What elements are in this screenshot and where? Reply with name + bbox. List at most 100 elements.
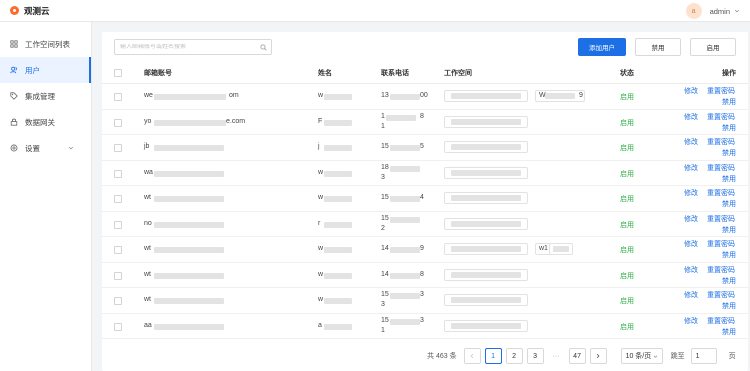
page-size-select[interactable]: 10 条/页 xyxy=(620,348,663,364)
phone-tail: 8 xyxy=(420,270,424,278)
workspace-tag[interactable] xyxy=(444,243,528,255)
edit-link[interactable]: 修改 xyxy=(684,290,698,300)
reset-password-link[interactable]: 重置密码 xyxy=(707,265,735,275)
sidebar-item-workspaces[interactable]: 工作空间列表 xyxy=(0,31,91,57)
row-checkbox[interactable] xyxy=(114,220,122,229)
disable-link[interactable]: 禁用 xyxy=(722,199,736,209)
workspace-tag[interactable] xyxy=(444,141,528,153)
redacted-name xyxy=(324,298,352,304)
chevron-right-icon xyxy=(596,353,600,359)
workspace-tag[interactable] xyxy=(444,192,528,204)
workspace-tag[interactable] xyxy=(444,115,528,128)
row-checkbox[interactable] xyxy=(114,246,122,254)
name-prefix: F xyxy=(318,117,323,125)
row-checkbox[interactable] xyxy=(114,271,122,280)
disable-link[interactable]: 禁用 xyxy=(722,123,736,133)
user-name[interactable]: admin xyxy=(710,7,730,16)
chevron-down-icon[interactable] xyxy=(68,145,74,151)
reset-password-link[interactable]: 重置密码 xyxy=(707,214,735,224)
table-row: jb j 15 5 启用 修改 重置密码 禁用 xyxy=(102,135,748,161)
disable-link[interactable]: 禁用 xyxy=(722,97,736,107)
edit-link[interactable]: 修改 xyxy=(684,239,698,249)
enable-button[interactable]: 启用 xyxy=(690,38,736,56)
redacted-email xyxy=(154,247,224,253)
reset-password-link[interactable]: 重置密码 xyxy=(707,316,735,326)
disable-link[interactable]: 禁用 xyxy=(722,225,736,235)
edit-link[interactable]: 修改 xyxy=(684,214,698,224)
disable-link[interactable]: 禁用 xyxy=(722,174,736,184)
edit-link[interactable]: 修改 xyxy=(684,188,698,198)
phone-prefix: 15 xyxy=(381,291,389,298)
page-button[interactable]: 1 xyxy=(484,348,502,364)
row-checkbox[interactable] xyxy=(114,195,122,203)
sidebar-item-data-gateway[interactable]: 数据网关 xyxy=(0,109,91,135)
next-page-button[interactable] xyxy=(589,348,607,364)
select-all-checkbox[interactable] xyxy=(114,69,122,77)
reset-password-link[interactable]: 重置密码 xyxy=(707,112,735,122)
workspace-tag[interactable] xyxy=(444,319,528,332)
row-checkbox[interactable] xyxy=(114,169,122,178)
disable-link[interactable]: 禁用 xyxy=(722,276,736,286)
row-checkbox[interactable] xyxy=(114,93,122,101)
reset-password-link[interactable]: 重置密码 xyxy=(707,239,735,249)
sidebar-item-users[interactable]: 用户 xyxy=(0,57,91,83)
reset-password-link[interactable]: 重置密码 xyxy=(707,290,735,300)
edit-link[interactable]: 修改 xyxy=(684,137,698,147)
goto-page-input[interactable]: 1 xyxy=(690,348,717,364)
search-input[interactable] xyxy=(115,44,255,50)
workspace-tag[interactable] xyxy=(444,217,528,230)
workspace-tag[interactable] xyxy=(444,268,528,281)
search-icon[interactable] xyxy=(260,44,267,51)
row-checkbox[interactable] xyxy=(114,118,122,127)
page-button[interactable]: 3 xyxy=(526,348,544,364)
edit-link[interactable]: 修改 xyxy=(684,163,698,173)
disable-button[interactable]: 禁用 xyxy=(635,38,681,56)
table-row: wt w 15 3 3 启用 修改 重置密码 禁用 xyxy=(102,288,748,314)
row-checkbox[interactable] xyxy=(114,322,122,331)
reset-password-link[interactable]: 重置密码 xyxy=(707,137,735,147)
total-count: 共 463 条 xyxy=(427,353,457,360)
user-menu[interactable]: a admin xyxy=(685,3,740,19)
disable-link[interactable]: 禁用 xyxy=(722,301,736,311)
redacted-workspace xyxy=(451,144,521,150)
avatar[interactable]: a xyxy=(685,3,702,19)
reset-password-link[interactable]: 重置密码 xyxy=(707,163,735,173)
pagination-ellipsis[interactable]: ··· xyxy=(548,353,565,360)
workspace-tag[interactable] xyxy=(549,243,573,255)
status-badge: 启用 xyxy=(620,247,634,254)
reset-password-link[interactable]: 重置密码 xyxy=(707,86,735,96)
page-button[interactable]: 47 xyxy=(568,348,586,364)
edit-link[interactable]: 修改 xyxy=(684,86,698,96)
redacted-workspace xyxy=(451,118,521,125)
disable-link[interactable]: 禁用 xyxy=(722,148,736,158)
tag-icon xyxy=(10,92,18,100)
redacted-workspace xyxy=(451,297,521,303)
edit-link[interactable]: 修改 xyxy=(684,265,698,275)
disable-link[interactable]: 禁用 xyxy=(722,327,736,337)
app-logo[interactable]: 观测云 xyxy=(10,5,50,17)
redacted-phone xyxy=(390,293,420,299)
workspace-tag[interactable]: W9 xyxy=(535,90,585,102)
workspace-tag[interactable] xyxy=(444,294,528,306)
row-checkbox[interactable] xyxy=(114,144,122,152)
page-button[interactable]: 2 xyxy=(505,348,523,364)
chevron-down-icon[interactable] xyxy=(734,8,740,14)
phone-prefix: 15 xyxy=(381,143,389,150)
disable-link[interactable]: 禁用 xyxy=(722,250,736,260)
search-box[interactable] xyxy=(114,39,272,55)
reset-password-link[interactable]: 重置密码 xyxy=(707,188,735,198)
workspace-tag[interactable] xyxy=(444,166,528,179)
page-unit-label: 页 xyxy=(728,353,736,360)
sidebar-item-integrations[interactable]: 集成管理 xyxy=(0,83,91,109)
sidebar-item-settings[interactable]: 设置 xyxy=(0,135,91,161)
redacted-name xyxy=(324,196,352,202)
edit-link[interactable]: 修改 xyxy=(684,112,698,122)
row-checkbox[interactable] xyxy=(114,297,122,305)
status-badge: 启用 xyxy=(620,323,634,331)
edit-link[interactable]: 修改 xyxy=(684,316,698,326)
prev-page-button[interactable] xyxy=(463,348,481,364)
table-row: wt w 15 4 启用 修改 重置密码 禁用 xyxy=(102,186,748,212)
name-prefix: r xyxy=(318,219,321,227)
add-user-button[interactable]: 添加用户 xyxy=(578,38,626,56)
workspace-tag[interactable] xyxy=(444,90,528,102)
